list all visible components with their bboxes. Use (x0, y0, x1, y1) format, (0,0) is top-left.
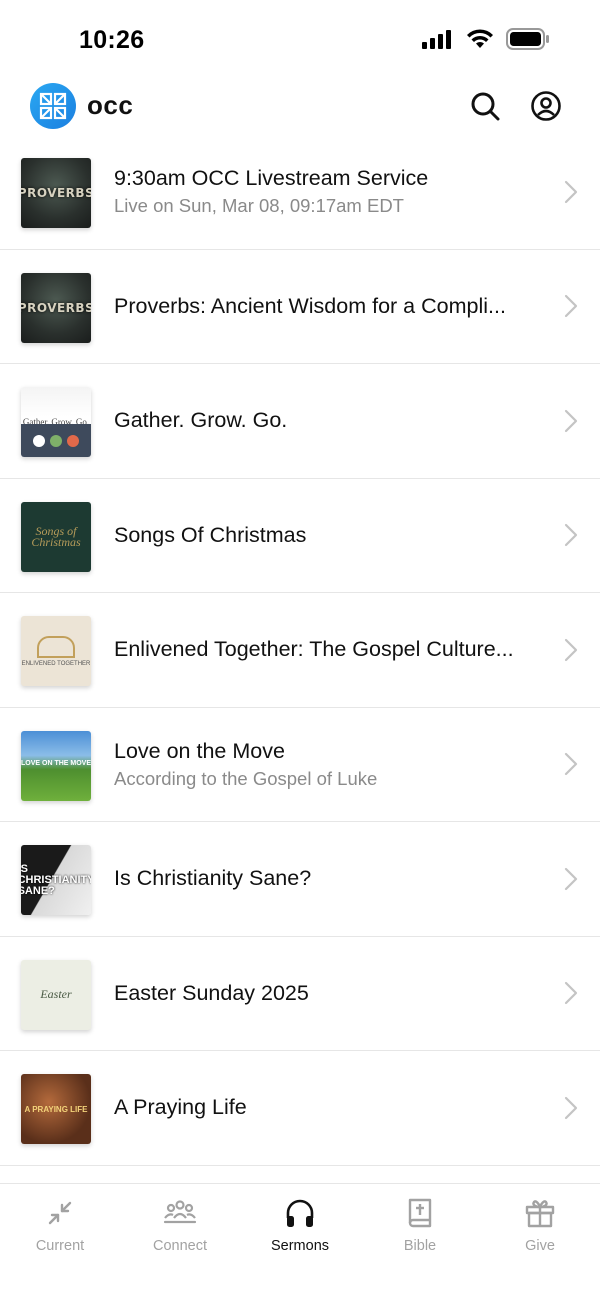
thumbnail-text: PROVERBS (21, 186, 91, 200)
sermon-title: 9:30am OCC Livestream Service (114, 166, 429, 191)
tab-connect[interactable]: Connect (120, 1184, 240, 1274)
search-icon (471, 92, 500, 121)
battery-icon (506, 28, 549, 50)
headphones-icon (286, 1199, 314, 1227)
sermon-thumbnail: ENLIVENED TOGETHER (21, 616, 91, 686)
sermon-title: Gather. Grow. Go. (114, 408, 288, 433)
thumbnail-text: IS CHRISTIANITY SANE? (21, 862, 91, 897)
chevron-right-icon (564, 638, 578, 661)
cellular-signal-icon (422, 30, 451, 49)
gift-icon (525, 1200, 555, 1228)
sermon-thumbnail: Songs of Christmas (21, 501, 91, 572)
sermon-row[interactable]: Songs of Christmas Songs Of Christmas (0, 479, 600, 593)
chevron-right-icon (564, 295, 578, 318)
tab-bar: Current Connect Sermons Bible Give (0, 1183, 600, 1300)
chevron-right-icon (564, 982, 578, 1005)
status-bar: 10:26 (0, 0, 600, 80)
tab-label: Connect (152, 1238, 207, 1254)
thumbnail-text: Easter (40, 987, 72, 1001)
sermon-row[interactable]: PROVERBS Proverbs: Ancient Wisdom for a … (0, 250, 600, 364)
sermon-row[interactable]: Gather. Grow. Go. Gather. Grow. Go. (0, 364, 600, 479)
thumbnail-text: A PRAYING LIFE (24, 1104, 88, 1114)
chevron-right-icon (564, 409, 578, 432)
chevron-right-icon (564, 867, 578, 890)
sermon-thumbnail: IS CHRISTIANITY SANE? (21, 845, 91, 915)
tab-sermons[interactable]: Sermons (240, 1184, 360, 1274)
app-logo (30, 83, 76, 129)
sermon-row[interactable]: IS CHRISTIANITY SANE? Is Christianity Sa… (0, 822, 600, 937)
sermon-thumbnail: Easter (21, 959, 91, 1030)
thumbnail-text: LOVE ON THE MOVE (21, 760, 91, 767)
thumbnail-text: PROVERBS (21, 300, 91, 315)
sermon-thumbnail: PROVERBS (21, 272, 91, 343)
search-button[interactable] (469, 90, 501, 122)
sermon-subtitle: Live on Sun, Mar 08, 09:17am EDT (114, 195, 404, 217)
sermon-title: Is Christianity Sane? (114, 866, 312, 891)
chevron-right-icon (564, 753, 578, 776)
sermon-title: Songs Of Christmas (114, 522, 307, 547)
thumbnail-text: ENLIVENED TOGETHER (21, 660, 91, 667)
wifi-icon (467, 29, 493, 48)
sermon-thumbnail: LOVE ON THE MOVE (21, 730, 91, 801)
tab-bible[interactable]: Bible (360, 1184, 480, 1274)
sermon-row[interactable]: PROVERBS 9:30am OCC Livestream Service L… (0, 135, 600, 250)
sermon-title: Enlivened Together: The Gospel Culture..… (114, 637, 514, 662)
tab-label: Sermons (270, 1238, 330, 1254)
tab-label: Current (35, 1238, 85, 1254)
sermon-row[interactable]: ENLIVENED TOGETHER Enlivened Together: T… (0, 593, 600, 708)
status-time: 10:26 (79, 26, 145, 54)
sermon-list: PROVERBS 9:30am OCC Livestream Service L… (0, 135, 600, 1166)
tab-label: Bible (403, 1238, 437, 1254)
chevron-right-icon (564, 1096, 578, 1119)
logo-icon (39, 92, 67, 120)
sermon-title: Proverbs: Ancient Wisdom for a Compli... (114, 293, 506, 318)
sermon-thumbnail: Gather. Grow. Go. (21, 387, 91, 457)
thumbnail-text: Songs of Christmas (31, 523, 81, 549)
sermon-title: Easter Sunday 2025 (114, 980, 309, 1005)
chevron-right-icon (564, 180, 578, 203)
status-icons (422, 28, 550, 50)
tab-current[interactable]: Current (0, 1184, 120, 1274)
sermon-thumbnail: PROVERBS (21, 158, 91, 228)
sermon-row[interactable]: LOVE ON THE MOVE Love on the Move Accord… (0, 708, 600, 822)
sermon-thumbnail: A PRAYING LIFE (21, 1074, 91, 1144)
sermon-title: Love on the Move (114, 738, 285, 763)
sermon-subtitle: According to the Gospel of Luke (114, 767, 378, 789)
sermon-row[interactable]: A PRAYING LIFE A Praying Life (0, 1051, 600, 1166)
tab-give[interactable]: Give (480, 1184, 600, 1274)
user-circle-icon (531, 91, 561, 121)
sermon-row[interactable]: Easter Easter Sunday 2025 (0, 937, 600, 1051)
profile-button[interactable] (530, 90, 562, 122)
bible-icon (408, 1198, 432, 1228)
chevron-right-icon (564, 524, 578, 547)
group-icon (163, 1200, 197, 1224)
app-title: occ (87, 90, 134, 120)
arrows-in-icon (48, 1201, 72, 1225)
sermon-title: A Praying Life (114, 1095, 247, 1120)
tab-label: Give (525, 1238, 555, 1254)
